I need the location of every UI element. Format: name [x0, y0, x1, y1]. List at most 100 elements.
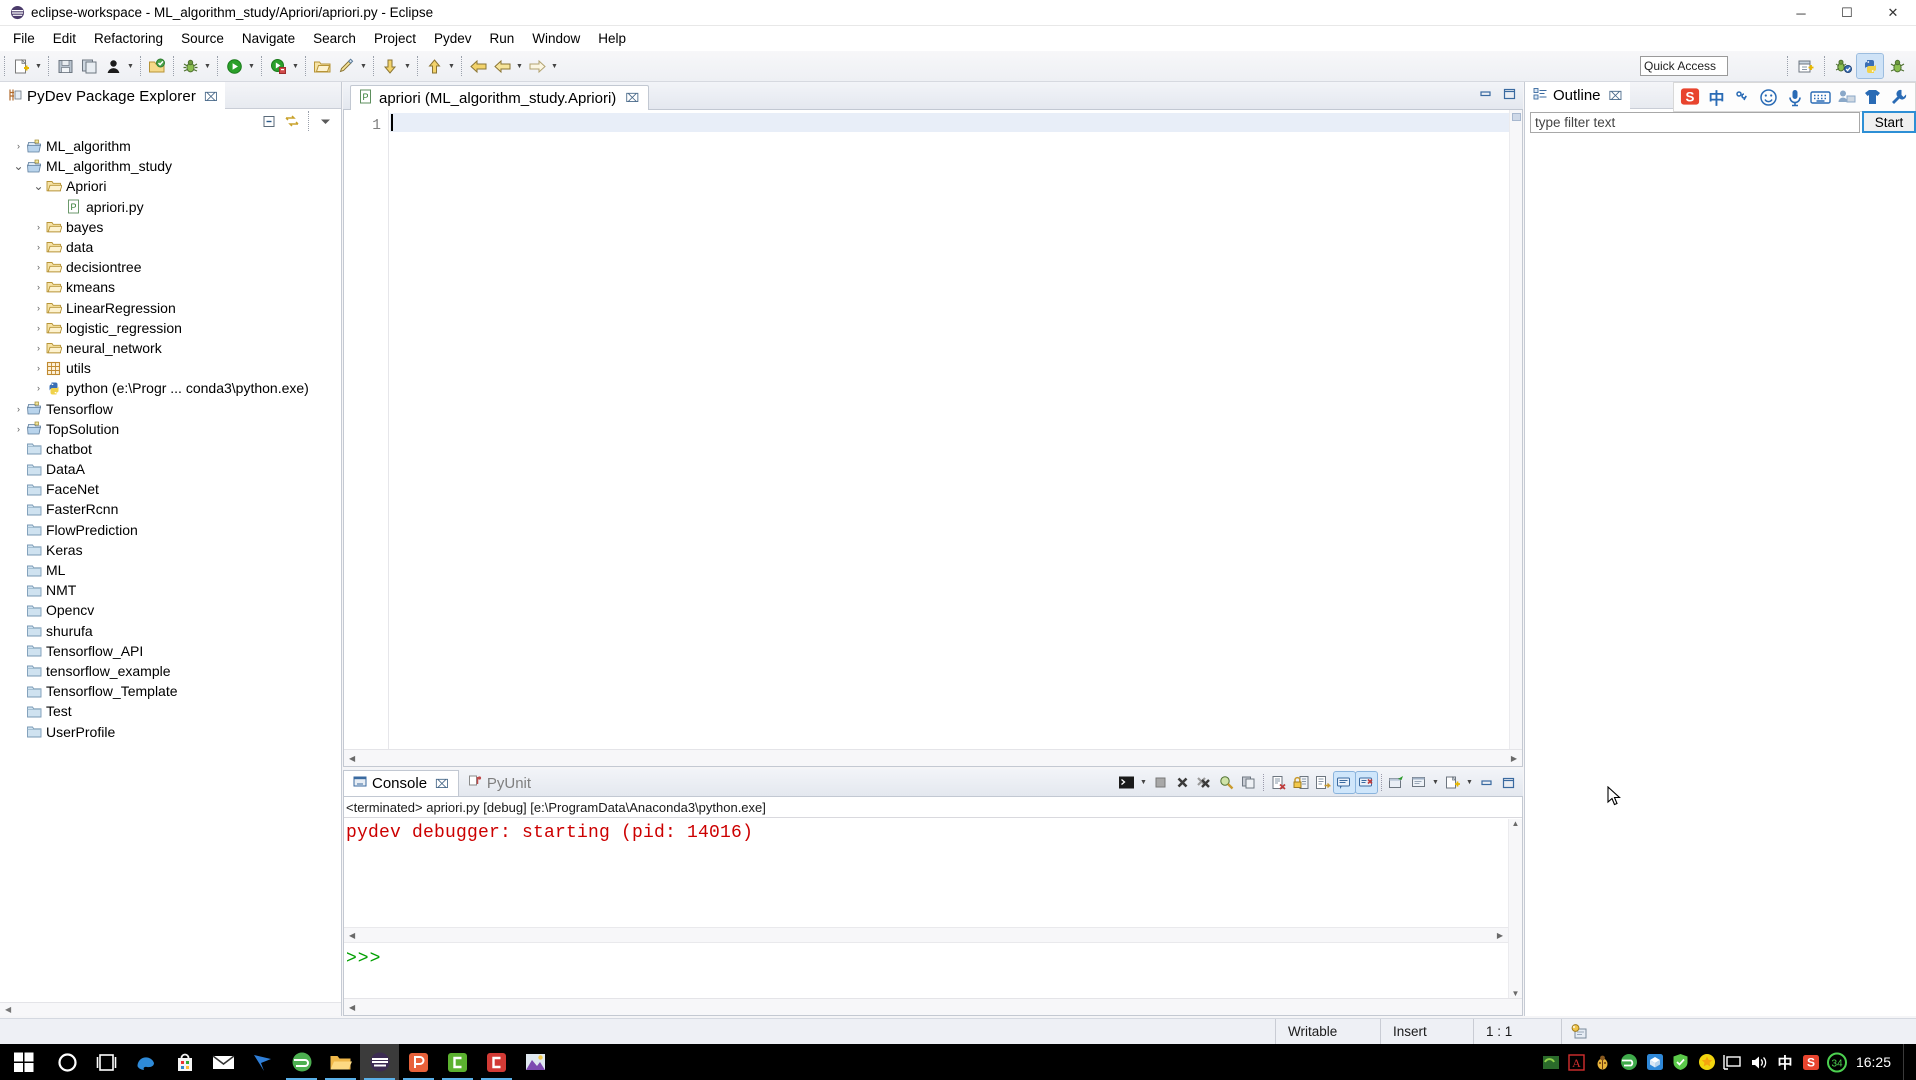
tab-apriori-py[interactable]: P apriori (ML_algorithm_study.Apriori) ⌧ [350, 85, 650, 110]
toolbox-icon[interactable] [1888, 87, 1909, 108]
taskbar-photos[interactable] [516, 1044, 555, 1080]
minimize-button[interactable]: ─ [1778, 0, 1824, 26]
collapse-all-icon[interactable] [260, 112, 279, 130]
previous-annotation-dropdown[interactable]: ▼ [446, 54, 457, 78]
tree-item[interactable]: Test [0, 701, 341, 721]
link-with-editor-icon[interactable] [282, 112, 301, 130]
cortana-search[interactable] [48, 1044, 87, 1080]
scroll-left-icon[interactable]: ◀ [349, 931, 355, 940]
scroll-down-icon[interactable]: ▼ [1512, 989, 1520, 998]
menu-run[interactable]: Run [481, 28, 524, 49]
close-button[interactable]: ✕ [1870, 0, 1916, 26]
new-console-dropdown-arrow[interactable]: ▼ [1464, 772, 1475, 793]
perspective-pydev-icon[interactable] [1856, 53, 1884, 79]
console-horizontal-scrollbar[interactable]: ◀ [344, 998, 1522, 1015]
tree-item[interactable]: › ML_algorithm [0, 136, 341, 156]
tree-item[interactable]: › kmeans [0, 277, 341, 297]
taskbar-store[interactable] [165, 1044, 204, 1080]
new-console-icon[interactable] [1442, 772, 1463, 793]
taskbar-green-c-app[interactable] [438, 1044, 477, 1080]
next-annotation-icon[interactable] [378, 54, 402, 78]
taskbar-eclipse[interactable] [360, 1044, 399, 1080]
task-view-button[interactable] [87, 1044, 126, 1080]
chinese-mode-icon[interactable]: 中 [1706, 87, 1727, 108]
tree-item[interactable]: NMT [0, 580, 341, 600]
menu-edit[interactable]: Edit [44, 28, 85, 49]
punctuation-icon[interactable] [1732, 87, 1753, 108]
console-inner-horizontal-scrollbar[interactable]: ◀ ▶ [344, 927, 1508, 943]
copy-icon[interactable] [1238, 772, 1259, 793]
start-button[interactable]: Start [1862, 111, 1916, 133]
editor-body[interactable]: 1 ◀ ▶ [343, 110, 1523, 767]
perspective-debug2-icon[interactable] [1884, 54, 1910, 78]
forward-arrow-icon[interactable] [525, 54, 549, 78]
menu-project[interactable]: Project [365, 28, 425, 49]
taskbar-clock[interactable]: 16:25 [1850, 1054, 1903, 1070]
tray-green-badge-icon[interactable]: 34 [1824, 1044, 1850, 1080]
skin-icon[interactable] [1862, 87, 1883, 108]
collapse-arrow-icon[interactable]: › [32, 282, 45, 292]
debug-bug-icon[interactable] [178, 54, 202, 78]
scroll-left-icon[interactable]: ◀ [349, 1003, 355, 1012]
perspective-debug-icon[interactable] [1830, 54, 1856, 78]
editor-gutter[interactable]: 1 [344, 110, 389, 749]
close-icon[interactable]: ⌧ [435, 777, 449, 791]
project-tree[interactable]: › ML_algorithm ⌄ ML_algorithm_study ⌄ Apriori… [0, 133, 341, 1002]
tree-item[interactable]: › Tensorflow [0, 398, 341, 418]
scroll-left-icon[interactable]: ◀ [0, 1005, 11, 1014]
editor-maximize-icon[interactable] [1502, 86, 1517, 101]
tree-item[interactable]: Tensorflow_Template [0, 681, 341, 701]
tree-item[interactable]: › LinearRegression [0, 298, 341, 318]
start-button[interactable] [0, 1044, 48, 1080]
external-tools-dropdown-arrow[interactable]: ▼ [290, 54, 301, 78]
close-icon[interactable]: ⌧ [1609, 89, 1623, 103]
menu-source[interactable]: Source [172, 28, 233, 49]
run-external-tools-icon[interactable] [266, 54, 290, 78]
open-folder-green-icon[interactable] [145, 54, 169, 78]
stop-icon[interactable] [1150, 772, 1171, 793]
taskbar-edge[interactable] [126, 1044, 165, 1080]
taskbar-app-green[interactable] [282, 1044, 321, 1080]
view-menu-icon[interactable] [316, 112, 335, 130]
tray-blue-cube-icon[interactable] [1642, 1044, 1668, 1080]
voice-input-icon[interactable] [1784, 87, 1805, 108]
menu-help[interactable]: Help [589, 28, 635, 49]
lock-scroll-icon[interactable] [1290, 772, 1311, 793]
taskbar-pdf-app[interactable] [399, 1044, 438, 1080]
next-annotation-dropdown[interactable]: ▼ [402, 54, 413, 78]
tray-chinese-ime-icon[interactable]: 中 [1772, 1044, 1798, 1080]
open-perspective-icon[interactable] [1793, 54, 1819, 78]
debug-dropdown-arrow[interactable]: ▼ [202, 54, 213, 78]
editor-minimize-icon[interactable] [1478, 86, 1493, 101]
code-area[interactable] [390, 110, 1509, 749]
tree-item[interactable]: chatbot [0, 439, 341, 459]
tray-monitor-icon[interactable] [1720, 1044, 1746, 1080]
menu-window[interactable]: Window [523, 28, 589, 49]
soft-keyboard-icon[interactable] [1810, 87, 1831, 108]
open-console-dropdown-arrow[interactable]: ▼ [1430, 772, 1441, 793]
collapse-arrow-icon[interactable]: › [32, 383, 45, 393]
tray-speaker-icon[interactable] [1746, 1044, 1772, 1080]
tray-yellow-ball-icon[interactable] [1694, 1044, 1720, 1080]
collapse-arrow-icon[interactable]: › [32, 222, 45, 232]
user-icon[interactable] [1836, 87, 1857, 108]
tray-sogou-icon[interactable]: S [1798, 1044, 1824, 1080]
open-console-icon[interactable] [1216, 772, 1237, 793]
tree-item[interactable]: ML [0, 560, 341, 580]
tree-item[interactable]: DataA [0, 459, 341, 479]
tab-pyunit[interactable]: PyUnit [459, 770, 540, 796]
run-icon[interactable] [222, 54, 246, 78]
tree-item[interactable]: › decisiontree [0, 257, 341, 277]
console-vertical-scrollbar[interactable]: ▲ ▼ [1508, 819, 1522, 998]
maximize-button[interactable]: ☐ [1824, 0, 1870, 26]
save-icon[interactable] [53, 54, 77, 78]
collapse-arrow-icon[interactable]: › [12, 404, 25, 414]
open-type-icon[interactable] [310, 54, 334, 78]
tree-item[interactable]: › TopSolution [0, 419, 341, 439]
expand-arrow-icon[interactable]: ⌄ [12, 160, 25, 172]
collapse-arrow-icon[interactable]: › [12, 141, 25, 151]
clear-console-icon[interactable] [1268, 772, 1289, 793]
filter-input[interactable]: type filter text [1530, 111, 1860, 133]
menu-search[interactable]: Search [304, 28, 365, 49]
console-maximize-icon[interactable] [1498, 772, 1519, 793]
